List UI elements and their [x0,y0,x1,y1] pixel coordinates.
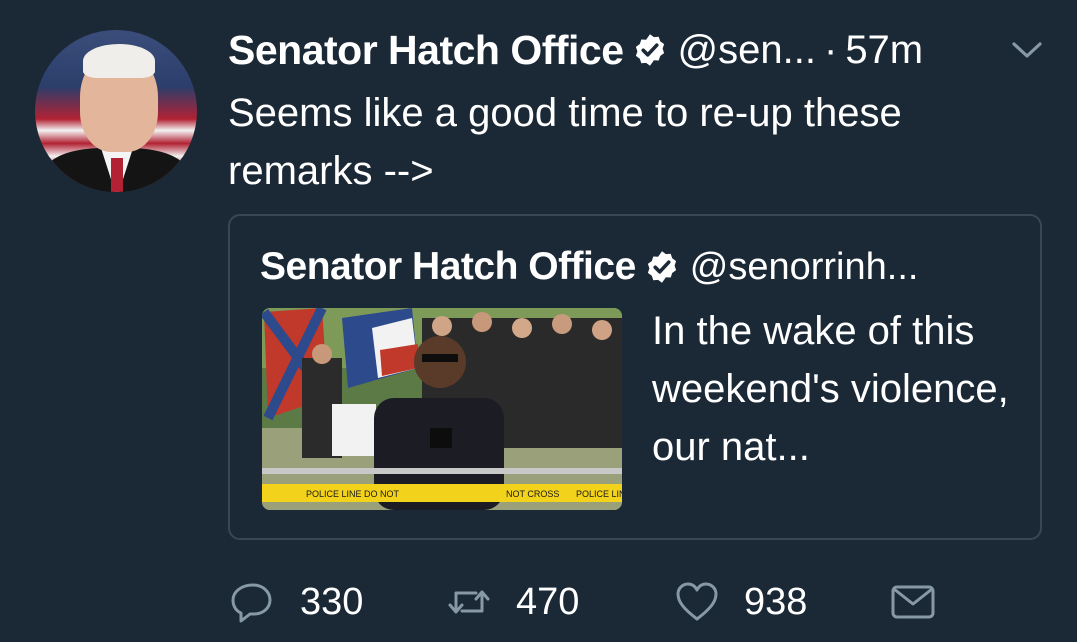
tweet-actions-bar: 330 470 938 [230,574,1050,630]
avatar-tie [111,158,123,192]
author-handle[interactable]: @sen... [678,28,816,73]
retweet-count: 470 [516,580,580,623]
like-count: 938 [744,580,808,623]
heart-icon [676,582,718,621]
quoted-tweet-text: In the wake of this weekend's violence, … [652,309,1009,469]
quoted-author-name: Senator Hatch Office [260,245,636,288]
verified-badge-icon [647,251,676,283]
chevron-down-icon[interactable] [1010,38,1044,62]
retweet-button[interactable]: 470 [446,574,579,630]
direct-message-button[interactable] [890,574,936,630]
retweet-icon [448,590,490,614]
tweet-timestamp[interactable]: 57m [845,28,923,73]
quoted-image-scene: POLICE LINE DO NOT NOT CROSS POLICE LINE [262,308,622,510]
avatar-hair [83,44,155,78]
like-button[interactable]: 938 [674,574,807,630]
police-tape-left-label: POLICE LINE DO NOT [306,489,400,499]
envelope-icon [891,585,935,619]
police-tape-middle-label: NOT CROSS [506,489,559,499]
quoted-author-handle: @senorrinh... [689,245,919,288]
tweet-header: Senator Hatch Office @sen... · 57m [228,22,1028,78]
author-avatar[interactable] [35,30,197,192]
tweet-text: Seems like a good time to re-up these re… [228,91,902,193]
quoted-tweet-card[interactable]: Senator Hatch Office @senorrinh... POLIC… [228,214,1042,540]
reply-count: 330 [300,580,364,623]
quoted-tweet-header: Senator Hatch Office @senorrinh... [260,242,918,292]
police-tape-right-label: POLICE LINE [576,489,622,499]
reply-button[interactable]: 330 [230,574,363,630]
verified-badge-icon [635,34,664,66]
separator-dot: · [823,27,838,72]
quoted-tweet-image[interactable]: POLICE LINE DO NOT NOT CROSS POLICE LINE [262,308,622,510]
author-name[interactable]: Senator Hatch Office [228,27,624,74]
reply-icon [231,583,272,623]
